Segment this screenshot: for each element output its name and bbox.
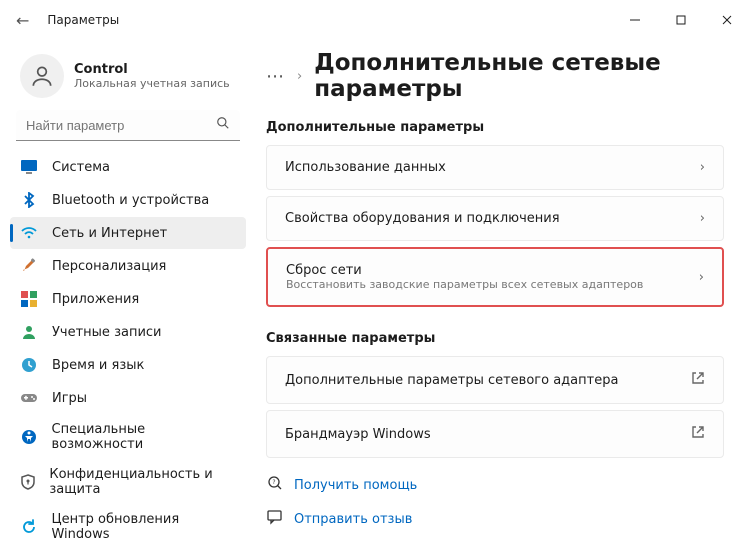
sidebar-item-personalization[interactable]: Персонализация [10, 250, 246, 282]
sidebar-item-label: Персонализация [52, 259, 166, 274]
help-label: Получить помощь [294, 478, 417, 493]
main-content: ⋯ › Дополнительные сетевые параметры Доп… [256, 40, 750, 526]
external-link-icon [691, 371, 705, 389]
card-adapter-options[interactable]: Дополнительные параметры сетевого адапте… [266, 356, 724, 404]
sidebar-item-label: Bluetooth и устройства [52, 193, 209, 208]
feedback-icon [266, 509, 284, 526]
minimize-button[interactable] [612, 4, 658, 36]
card-title: Сброс сети [286, 263, 643, 278]
external-link-icon [691, 425, 705, 443]
sidebar-item-update[interactable]: Центр обновления Windows [10, 505, 246, 549]
search-input-wrap[interactable] [16, 110, 240, 141]
chevron-right-icon: › [297, 69, 302, 84]
card-network-reset[interactable]: Сброс сети Восстановить заводские параме… [266, 247, 724, 307]
sidebar-item-accounts[interactable]: Учетные записи [10, 316, 246, 348]
card-subtitle: Восстановить заводские параметры всех се… [286, 278, 643, 291]
section-title-additional: Дополнительные параметры [266, 112, 724, 145]
card-title: Свойства оборудования и подключения [285, 211, 560, 226]
sidebar-item-label: Конфиденциальность и защита [49, 467, 236, 497]
sidebar-item-network[interactable]: Сеть и Интернет [10, 217, 246, 249]
page-title: Дополнительные сетевые параметры [314, 50, 724, 102]
card-firewall[interactable]: Брандмауэр Windows [266, 410, 724, 458]
wifi-icon [20, 224, 38, 242]
accessibility-icon [20, 428, 38, 446]
sidebar-item-accessibility[interactable]: Специальные возможности [10, 415, 246, 459]
profile[interactable]: Control Локальная учетная запись [4, 48, 252, 110]
titlebar: ← Параметры [0, 0, 750, 40]
chevron-right-icon: › [699, 270, 704, 285]
sidebar-item-label: Сеть и Интернет [52, 226, 167, 241]
back-button[interactable]: ← [12, 7, 33, 34]
sidebar-item-gaming[interactable]: Игры [10, 382, 246, 414]
maximize-button[interactable] [658, 4, 704, 36]
chevron-right-icon: › [700, 211, 705, 226]
breadcrumb-ellipsis[interactable]: ⋯ [266, 66, 285, 87]
svg-text:?: ? [272, 479, 275, 486]
accounts-icon [20, 323, 38, 341]
section-title-related: Связанные параметры [266, 313, 724, 356]
sidebar-item-privacy[interactable]: Конфиденциальность и защита [10, 460, 246, 504]
sidebar-item-label: Учетные записи [52, 325, 162, 340]
sidebar-item-bluetooth[interactable]: Bluetooth и устройства [10, 184, 246, 216]
sidebar-item-label: Приложения [52, 292, 139, 307]
card-data-usage[interactable]: Использование данных › [266, 145, 724, 190]
card-title: Брандмауэр Windows [285, 427, 431, 442]
get-help-link[interactable]: ? Получить помощь [266, 468, 724, 502]
window-controls [612, 4, 750, 36]
brush-icon [20, 257, 38, 275]
card-title: Использование данных [285, 160, 446, 175]
time-icon [20, 356, 38, 374]
card-title: Дополнительные параметры сетевого адапте… [285, 373, 618, 388]
avatar-icon [20, 54, 64, 98]
sidebar: Control Локальная учетная запись Система [0, 40, 256, 526]
sidebar-item-label: Игры [52, 391, 87, 406]
sidebar-item-apps[interactable]: Приложения [10, 283, 246, 315]
sidebar-item-label: Центр обновления Windows [51, 512, 236, 542]
search-input[interactable] [26, 118, 216, 133]
search-icon [216, 116, 230, 134]
profile-name: Control [74, 62, 230, 77]
gaming-icon [20, 389, 38, 407]
sidebar-item-label: Время и язык [52, 358, 144, 373]
card-hardware-props[interactable]: Свойства оборудования и подключения › [266, 196, 724, 241]
sidebar-item-label: Специальные возможности [52, 422, 236, 452]
profile-subtitle: Локальная учетная запись [74, 77, 230, 90]
breadcrumb: ⋯ › Дополнительные сетевые параметры [266, 44, 724, 112]
sidebar-item-time[interactable]: Время и язык [10, 349, 246, 381]
feedback-link[interactable]: Отправить отзыв [266, 502, 724, 526]
help-icon: ? [266, 475, 284, 495]
shield-icon [20, 473, 35, 491]
bluetooth-icon [20, 191, 38, 209]
update-icon [20, 518, 37, 536]
sidebar-item-system[interactable]: Система [10, 151, 246, 183]
apps-icon [20, 290, 38, 308]
close-button[interactable] [704, 4, 750, 36]
feedback-label: Отправить отзыв [294, 512, 412, 527]
system-icon [20, 158, 38, 176]
chevron-right-icon: › [700, 160, 705, 175]
sidebar-item-label: Система [52, 160, 110, 175]
window-title: Параметры [47, 13, 119, 27]
nav-list: Система Bluetooth и устройства Сеть и Ин… [4, 151, 252, 549]
